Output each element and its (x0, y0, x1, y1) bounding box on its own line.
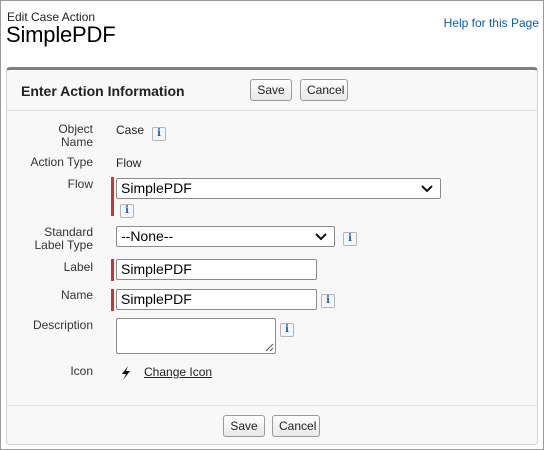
help-link[interactable]: Help for this Page (444, 16, 539, 30)
label-required-indicator (111, 259, 114, 281)
change-icon-link[interactable]: Change Icon (144, 365, 212, 379)
page-title: SimplePDF (6, 22, 116, 47)
name-label: Name (60, 288, 93, 302)
description-info-icon[interactable]: i (280, 323, 294, 337)
save-button-bottom[interactable]: Save (223, 415, 265, 437)
standard-label-type-label-line2: Label Type (34, 238, 94, 252)
label-label: Label (63, 260, 93, 274)
standard-label-type-info-icon[interactable]: i (343, 232, 357, 246)
action-info-panel: Enter Action Information Save Cancel Obj… (6, 67, 538, 445)
label-input[interactable]: SimplePDF (116, 259, 317, 280)
page-frame: Edit Case Action SimplePDF Help for this… (0, 0, 544, 450)
flow-info-icon[interactable]: i (120, 204, 134, 218)
object-name-value: Case (116, 123, 145, 137)
object-name-label-line2: Name (60, 135, 93, 149)
cancel-button-bottom[interactable]: Cancel (272, 415, 320, 437)
description-textarea[interactable] (116, 318, 276, 354)
object-name-label: Object Name (7, 123, 93, 149)
description-label: Description (32, 318, 93, 332)
cancel-button-top[interactable]: Cancel (300, 79, 348, 101)
standard-label-type-select[interactable]: --None-- (116, 226, 335, 247)
name-input[interactable]: SimplePDF (116, 289, 317, 310)
lightning-bolt-icon (122, 366, 130, 380)
flow-required-indicator (111, 177, 114, 216)
standard-label-type-label: Standard Label Type (7, 226, 94, 252)
page-header: Edit Case Action SimplePDF Help for this… (1, 1, 543, 65)
object-name-info-icon[interactable]: i (152, 127, 166, 141)
save-button-top[interactable]: Save (250, 79, 292, 101)
flow-select-value: SimplePDF (121, 180, 192, 196)
panel-title: Enter Action Information (21, 83, 185, 99)
action-type-value: Flow (116, 156, 142, 170)
standard-label-type-value: --None-- (121, 228, 174, 244)
action-type-label: Action Type (30, 155, 93, 169)
chevron-down-icon (421, 185, 433, 193)
icon-label: Icon (70, 364, 93, 378)
name-required-indicator (111, 289, 114, 311)
panel-header: Enter Action Information Save Cancel (7, 70, 537, 111)
resize-grip-icon[interactable] (264, 342, 274, 352)
chevron-down-icon (315, 233, 327, 241)
flow-select[interactable]: SimplePDF (116, 178, 441, 199)
name-info-icon[interactable]: i (321, 294, 335, 308)
panel-footer: Save Cancel (7, 405, 537, 444)
flow-label: Flow (67, 177, 93, 191)
